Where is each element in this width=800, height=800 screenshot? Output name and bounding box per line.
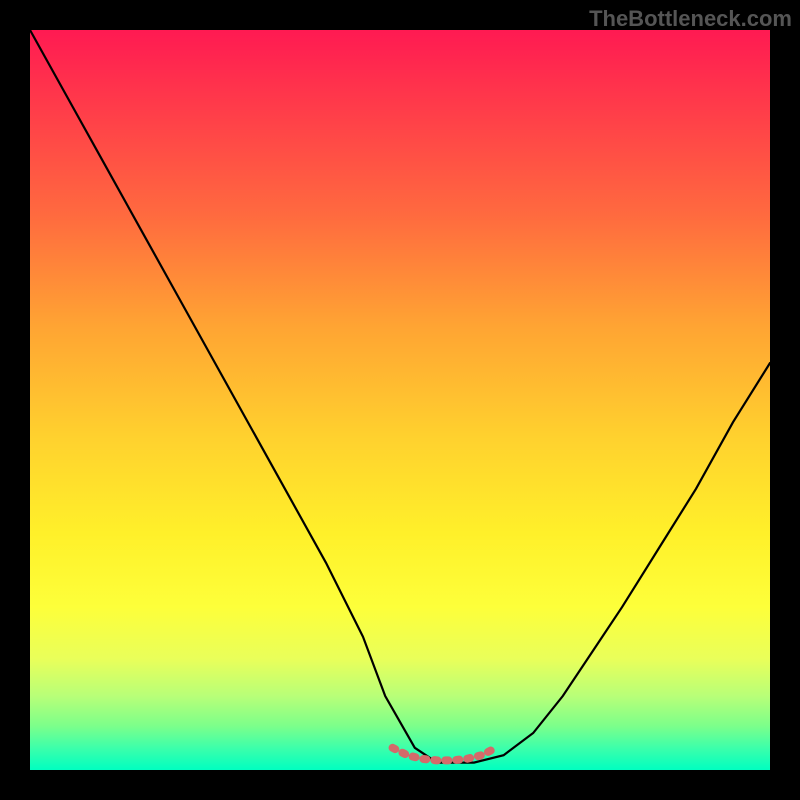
plot-area bbox=[30, 30, 770, 770]
chart-container: TheBottleneck.com bbox=[0, 0, 800, 800]
curve-svg bbox=[30, 30, 770, 770]
optimal-zone-marker-path bbox=[393, 748, 497, 761]
bottleneck-curve-path bbox=[30, 30, 770, 763]
watermark-text: TheBottleneck.com bbox=[589, 6, 792, 32]
